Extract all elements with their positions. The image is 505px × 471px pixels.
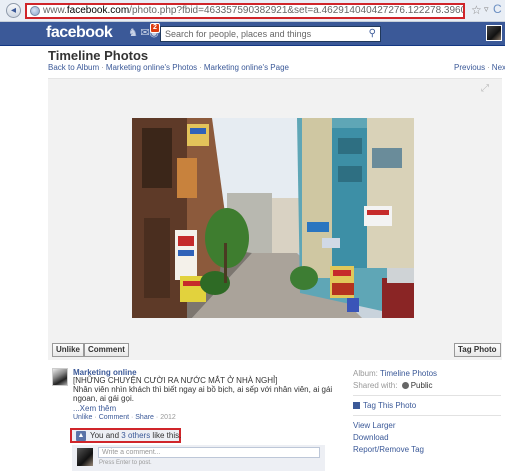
tag-this-photo-row: Tag This Photo — [353, 400, 501, 412]
tag-photo-button[interactable]: Tag Photo — [454, 343, 501, 357]
search-icon[interactable]: ⚲ — [369, 28, 376, 39]
comment-input[interactable]: Write a comment... — [98, 447, 320, 458]
photo-info-sidebar: Album: Timeline Photos Shared with: Publ… — [353, 368, 501, 456]
public-globe-icon[interactable] — [401, 382, 409, 389]
search-input[interactable] — [161, 27, 361, 41]
shared-row: Shared with: Public — [353, 380, 501, 392]
history-dropdown-icon[interactable]: ▿ — [484, 4, 489, 15]
breadcrumb-separator: · — [101, 63, 104, 72]
post-text: [NHỮNG CHUYỆN CƯỜI RA NƯỚC MẮT Ở NHÀ NGH… — [73, 376, 343, 403]
site-globe-icon — [30, 6, 40, 16]
address-bar[interactable]: www.facebook.com/photo.php?fbid=46335759… — [25, 3, 465, 19]
photo-pager: Previous·Next — [454, 63, 505, 72]
comment-button[interactable]: Comment — [84, 343, 129, 357]
street-photo[interactable] — [132, 118, 414, 318]
reload-icon[interactable]: C — [493, 2, 502, 16]
profile-avatar[interactable] — [486, 25, 502, 41]
likes-prefix: You and — [90, 431, 122, 440]
pager-separator: · — [487, 63, 490, 72]
tag-this-photo-link[interactable]: Tag This Photo — [363, 401, 416, 410]
breadcrumb: Back to Album · Marketing online's Photos ·… — [48, 63, 289, 72]
likes-suffix: like this. — [150, 431, 182, 440]
comment-composer: Write a comment... Press Enter to post. — [72, 445, 325, 471]
friend-requests-icon[interactable]: ♞ — [127, 27, 139, 39]
likes-others-link[interactable]: 3 others — [121, 431, 150, 440]
unlike-button[interactable]: Unlike — [52, 343, 85, 357]
divider — [353, 415, 501, 416]
album-label: Album: — [353, 369, 380, 378]
photo-actions: Unlike Comment — [52, 343, 129, 357]
meta-share-link[interactable]: Share — [135, 414, 154, 421]
thumbs-up-icon: ▲ — [76, 431, 86, 441]
post-text-line: Nhân viên nhìn khách thì biết ngay ai bồ… — [73, 385, 333, 403]
album-row: Album: Timeline Photos — [353, 368, 501, 380]
previous-link[interactable]: Previous — [454, 63, 485, 72]
meta-comment-link[interactable]: Comment — [99, 414, 129, 421]
photos-link[interactable]: Marketing online's Photos — [106, 63, 197, 72]
shared-label: Shared with: — [353, 381, 400, 390]
see-more-link[interactable]: ...Xem thêm — [73, 404, 116, 413]
divider — [353, 395, 501, 396]
back-to-album-link[interactable]: Back to Album — [48, 63, 99, 72]
fullscreen-icon[interactable]: ⤢ — [481, 84, 491, 94]
report-row: Report/Remove Tag — [353, 444, 501, 456]
street-photo-image — [132, 118, 414, 318]
url-prefix: www. — [43, 5, 67, 16]
report-remove-tag-link[interactable]: Report/Remove Tag — [353, 445, 424, 454]
breadcrumb-separator: · — [199, 63, 202, 72]
page-link[interactable]: Marketing online's Page — [204, 63, 289, 72]
page-title: Timeline Photos — [48, 48, 149, 63]
post-meta: Unlike · Comment · Share · 2012 — [73, 414, 176, 421]
facebook-logo[interactable]: facebook — [46, 24, 113, 42]
view-larger-row: View Larger — [353, 420, 501, 432]
tag-icon — [353, 402, 360, 409]
url-path: /photo.php?fbid=463357590382921&set=a.46… — [129, 5, 463, 16]
download-link[interactable]: Download — [353, 433, 389, 442]
url-domain: facebook.com — [66, 5, 130, 16]
browser-toolbar: ◂ www.facebook.com/photo.php?fbid=463357… — [0, 0, 505, 22]
author-avatar[interactable] — [52, 368, 68, 386]
facebook-header: facebook ♞ ✉ ◉ 2 ⚲ — [0, 22, 505, 46]
comment-hint: Press Enter to post. — [99, 460, 152, 466]
post-year: 2012 — [160, 414, 176, 421]
bookmark-star-icon[interactable]: ☆ — [471, 3, 482, 17]
search-box: ⚲ — [160, 26, 381, 42]
back-arrow-icon[interactable]: ◂ — [6, 3, 21, 18]
privacy-value[interactable]: Public — [411, 381, 433, 390]
commenter-avatar — [77, 448, 93, 466]
post-text-line: [NHỮNG CHUYỆN CƯỜI RA NƯỚC MẮT Ở NHÀ NGH… — [73, 376, 278, 385]
next-link[interactable]: Next — [492, 63, 505, 72]
download-row: Download — [353, 432, 501, 444]
likes-summary: ▲ You and 3 others like this. — [70, 428, 181, 443]
view-larger-link[interactable]: View Larger — [353, 421, 396, 430]
notification-badge: 2 — [150, 23, 160, 33]
meta-unlike-link[interactable]: Unlike — [73, 414, 92, 421]
album-link[interactable]: Timeline Photos — [380, 369, 437, 378]
